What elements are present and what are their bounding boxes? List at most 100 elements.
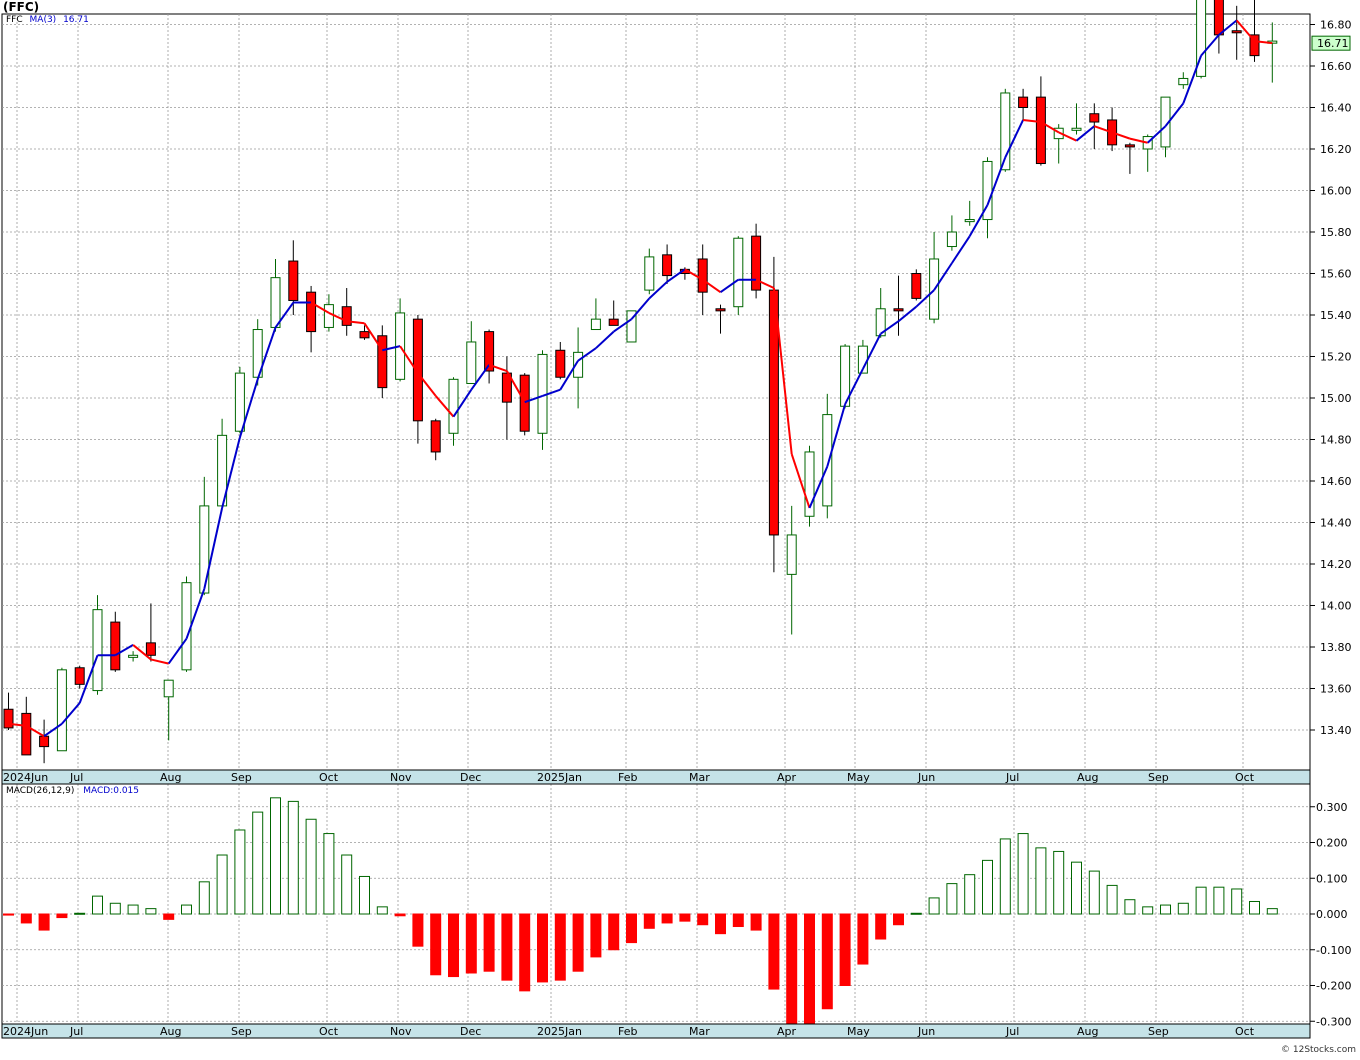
macd-xtick-label: Oct	[1235, 1025, 1255, 1038]
chart-root: 2024Jun Jul Aug Sep Oct Nov Dec 2025Jan Feb Mar Ap…	[0, 0, 1360, 1056]
price-ytick-label: 13.40	[1320, 724, 1352, 737]
macd-bar-positive	[376, 906, 388, 915]
macd-bar-negative	[697, 913, 709, 926]
macd-bar-negative	[519, 913, 531, 992]
price-ytick-label: 16.00	[1320, 185, 1352, 198]
macd-bar-positive	[181, 904, 192, 915]
price-xtick-label: Aug	[160, 771, 181, 784]
macd-bar-positive	[1231, 888, 1243, 915]
macd-xtick-label: Jul	[1005, 1025, 1019, 1038]
candle-up	[644, 256, 655, 291]
macd-bar-negative	[554, 913, 566, 981]
macd-xtick-label: Nov	[390, 1025, 412, 1038]
candle-down	[555, 349, 566, 378]
price-xtick-label: Mar	[689, 771, 710, 784]
candle-up	[163, 679, 174, 698]
candle-up	[1178, 77, 1189, 86]
macd-xtick-label: May	[847, 1025, 870, 1038]
macd-bar-positive	[234, 829, 246, 915]
candle-up	[964, 219, 975, 223]
macd-xtick-label: Sep	[231, 1025, 252, 1038]
price-ytick-label: 16.20	[1320, 143, 1352, 156]
price-ytick-label: 15.60	[1320, 268, 1352, 281]
price-xtick-label: Oct	[319, 771, 339, 784]
candle-down	[519, 374, 530, 432]
macd-xtick-label: Mar	[689, 1025, 710, 1038]
candle-up	[786, 534, 797, 575]
chart-title: (FFC)	[3, 0, 40, 14]
macd-bar-positive	[1195, 886, 1207, 915]
macd-legend-label: MACD(26,12,9)	[6, 786, 75, 796]
candle-down	[911, 273, 922, 299]
macd-xtick-label: Feb	[618, 1025, 637, 1038]
macd-bar-negative	[163, 913, 175, 920]
price-xtick-label: Sep	[1148, 771, 1169, 784]
macd-bar-positive	[1106, 884, 1118, 915]
candle-down	[768, 289, 779, 536]
macd-xtick-label: 2025Jan	[537, 1025, 582, 1038]
price-ytick-label: 16.60	[1320, 60, 1352, 73]
macd-legend-value: MACD:0.015	[83, 786, 140, 796]
price-ytick-label: 15.20	[1320, 351, 1352, 364]
candle-down	[39, 735, 50, 748]
candle-down	[74, 667, 85, 685]
candle-down	[359, 331, 370, 339]
candle-down	[377, 335, 388, 389]
candle-down	[110, 621, 121, 671]
price-xtick-label: Dec	[460, 771, 481, 784]
macd-xtick-label: Aug	[160, 1025, 181, 1038]
macd-bar-negative	[643, 913, 655, 929]
macd-bar-positive	[910, 912, 922, 915]
candle-down	[1035, 96, 1046, 165]
macd-ytick-label: -0.300	[1316, 1015, 1351, 1028]
candle-down	[288, 260, 299, 301]
macd-bar-positive	[928, 897, 940, 915]
price-xtick-label: Sep	[231, 771, 252, 784]
macd-bar-negative	[893, 913, 904, 926]
macd-bar-negative	[430, 913, 442, 976]
macd-bar-positive	[1035, 847, 1047, 915]
macd-bar-negative	[821, 913, 833, 1010]
candle-up	[448, 378, 459, 434]
candle-down	[1231, 30, 1242, 34]
macd-xtick-label: 2024Jun	[3, 1025, 48, 1038]
candle-down	[1018, 96, 1029, 108]
candle-down	[1213, 0, 1224, 36]
price-ytick-label: 16.80	[1320, 19, 1352, 32]
macd-bar-negative	[715, 913, 726, 935]
macd-bar-negative	[839, 913, 851, 986]
macd-bar-positive	[216, 854, 228, 915]
price-xtick-label: Aug	[1077, 771, 1098, 784]
macd-bar-negative	[3, 913, 14, 916]
price-xtick-label: Jun	[917, 771, 935, 784]
price-ytick-label: 14.80	[1320, 434, 1352, 447]
candle-down	[715, 308, 726, 312]
macd-bar-positive	[946, 883, 958, 915]
macd-legend: MACD(26,12,9) MACD:0.015	[6, 786, 139, 796]
candle-down	[697, 258, 708, 293]
candle-up	[199, 505, 210, 594]
price-xtick-label: Feb	[618, 771, 637, 784]
macd-xaxis-band	[1, 1023, 1311, 1039]
candle-down	[306, 291, 317, 333]
macd-bar-positive	[305, 818, 317, 915]
macd-bar-positive	[252, 811, 264, 915]
price-ytick-label: 13.60	[1320, 683, 1352, 696]
candle-up	[323, 304, 334, 328]
macd-bar-negative	[732, 913, 744, 928]
macd-bar-negative	[590, 913, 602, 958]
candle-down	[662, 254, 673, 277]
price-ytick-label: 15.80	[1320, 226, 1352, 239]
macd-bar-negative	[768, 913, 780, 990]
price-ytick-label: 15.40	[1320, 309, 1352, 322]
macd-bar-positive	[1213, 886, 1225, 915]
macd-bar-positive	[1124, 899, 1136, 915]
macd-bar-positive	[999, 838, 1011, 915]
macd-bar-positive	[1071, 861, 1082, 915]
macd-bar-positive	[270, 797, 281, 915]
macd-bar-positive	[287, 800, 299, 915]
macd-bar-negative	[786, 913, 798, 1024]
price-tag-value: 16.71	[1317, 37, 1349, 50]
macd-bar-negative	[804, 913, 815, 1024]
macd-bar-negative	[465, 913, 477, 974]
